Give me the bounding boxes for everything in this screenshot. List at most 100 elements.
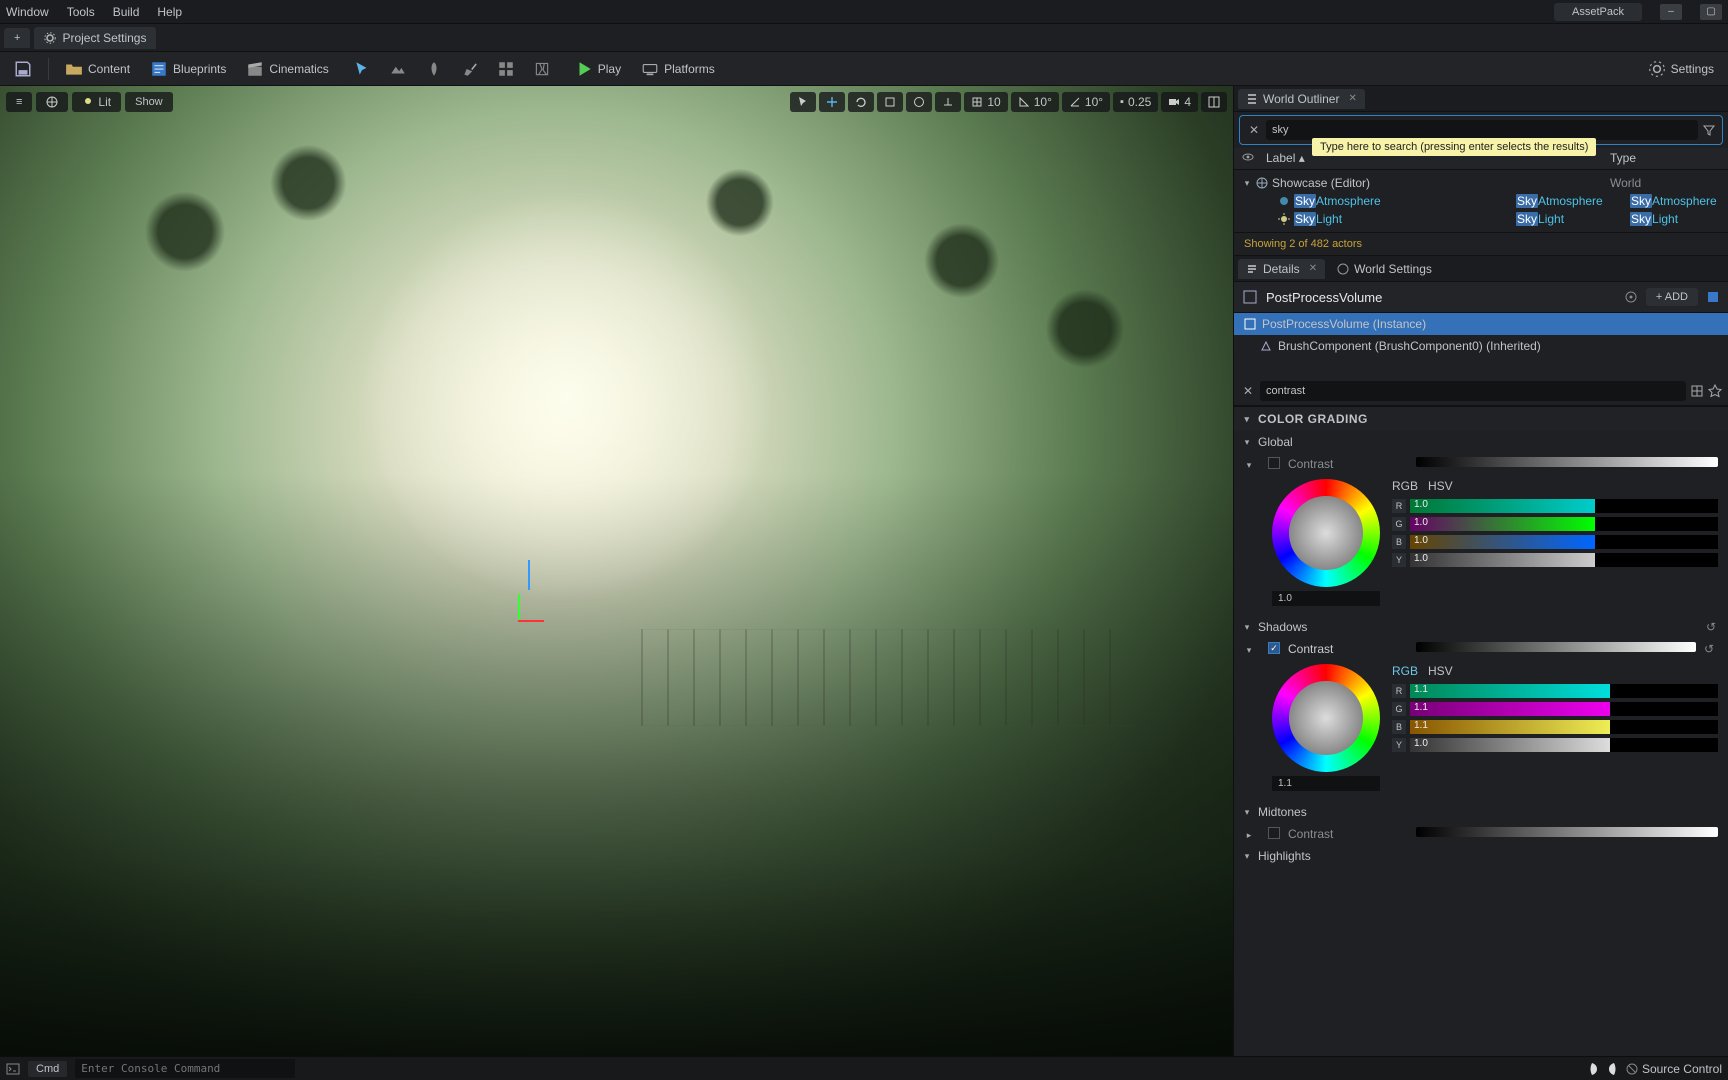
angle-snap[interactable]: 10° [1011,92,1059,112]
surface-snap-toggle[interactable] [935,92,961,112]
menu-help[interactable]: Help [157,5,182,19]
slider-g-shadows[interactable]: 1.1 [1410,702,1718,716]
mesh-paint-button[interactable] [453,56,487,82]
camera-speed[interactable]: 4 [1161,92,1198,112]
tab-project-settings[interactable]: Project Settings [34,27,156,49]
modeling-mode-button[interactable] [489,56,523,82]
filter-icon[interactable] [1702,123,1716,137]
color-wheel-shadows[interactable] [1272,664,1380,772]
translate-tool[interactable] [819,92,845,112]
color-wheel-global[interactable] [1272,479,1380,587]
outliner-item-skyatmosphere[interactable]: SkyAtmosphere SkyAtmosphere SkyAtmospher… [1234,192,1728,210]
actor-name[interactable]: PostProcessVolume [1266,290,1616,305]
viewport-options[interactable]: ≡ [6,92,32,112]
color-wheel-value-shadows[interactable]: 1.1 [1272,776,1380,791]
subsection-highlights[interactable]: Highlights [1234,845,1728,867]
property-midtones-contrast[interactable]: Contrast [1234,823,1728,845]
clear-details-search[interactable]: ✕ [1240,383,1256,399]
close-icon[interactable]: ✕ [1309,263,1317,274]
slider-y-global[interactable]: 1.0 [1410,553,1718,567]
clear-search-button[interactable]: ✕ [1246,122,1262,138]
skylight-icon [1278,213,1290,225]
tab-hsv[interactable]: HSV [1428,479,1453,493]
source-control-icon[interactable] [1626,1063,1638,1075]
checkbox-shadows-contrast[interactable] [1268,642,1280,654]
window-maximize[interactable]: ▢ [1700,4,1722,20]
grid-snap[interactable]: 10 [964,92,1007,112]
angle-snap-2[interactable]: 10° [1062,92,1110,112]
subsection-midtones[interactable]: Midtones [1234,801,1728,823]
tab-world-outliner[interactable]: World Outliner ✕ [1238,89,1365,109]
content-drawer-button[interactable]: Content [57,56,138,82]
select-mode-button[interactable] [345,56,379,82]
window-minimize[interactable]: – [1660,4,1682,20]
channel-b: B [1392,720,1406,734]
checkbox-midtones-contrast[interactable] [1268,827,1280,839]
viewmode-lit[interactable]: Lit [72,92,121,112]
tab-world-settings[interactable]: World Settings [1329,259,1440,279]
console-input[interactable] [75,1059,295,1078]
gizmo-x-axis[interactable] [518,620,544,622]
cinematics-button[interactable]: Cinematics [238,56,336,82]
show-flags[interactable]: Show [125,92,173,112]
gizmo-z-axis[interactable] [528,560,530,590]
asset-pack-pill[interactable]: AssetPack [1554,3,1642,21]
cube-grid-icon [497,60,515,78]
slider-y-shadows[interactable]: 1.0 [1410,738,1718,752]
scale-snap[interactable]: ▪ 0.25 [1113,92,1158,112]
favorite-icon[interactable] [1708,384,1722,398]
tab-plus[interactable]: + [4,28,30,48]
platforms-button[interactable]: Platforms [633,56,723,82]
slider-b-shadows[interactable]: 1.1 [1410,720,1718,734]
tab-rgb[interactable]: RGB [1392,664,1418,678]
reset-icon[interactable]: ↺ [1704,642,1718,656]
play-button[interactable]: Play [567,56,629,82]
edit-blueprint-icon[interactable] [1706,290,1720,304]
fracture-mode-button[interactable] [525,56,559,82]
gradient-preview [1416,642,1696,652]
blueprints-button[interactable]: Blueprints [142,56,234,82]
settings-button[interactable]: Settings [1640,56,1722,82]
color-wheel-value-global[interactable]: 1.0 [1272,591,1380,606]
add-component-button[interactable]: + ADD [1646,288,1698,306]
save-button[interactable] [6,56,40,82]
subsection-shadows[interactable]: Shadows↺ [1234,616,1728,638]
close-icon[interactable]: ✕ [1348,93,1356,104]
tab-details[interactable]: Details ✕ [1238,259,1325,279]
property-global-contrast[interactable]: Contrast [1234,453,1728,475]
foliage-mode-button[interactable] [417,56,451,82]
rotate-tool[interactable] [848,92,874,112]
viewport-layout[interactable] [1201,92,1227,112]
reset-icon[interactable]: ↺ [1706,620,1720,634]
outliner-root[interactable]: Showcase (Editor) World [1234,174,1728,192]
viewport-perspective[interactable] [36,92,68,112]
menu-build[interactable]: Build [113,5,140,19]
slider-g-global[interactable]: 1.0 [1410,517,1718,531]
component-brushcomponent[interactable]: BrushComponent (BrushComponent0) (Inheri… [1234,335,1728,357]
slider-b-global[interactable]: 1.0 [1410,535,1718,549]
property-matrix-icon[interactable] [1690,384,1704,398]
outliner-search-input[interactable] [1266,120,1698,140]
subsection-global[interactable]: Global [1234,431,1728,453]
slider-r-global[interactable]: 1.0 [1410,499,1718,513]
outliner-item-skylight[interactable]: SkyLight SkyLight SkyLight [1234,210,1728,228]
locate-icon[interactable] [1624,290,1638,304]
menu-window[interactable]: Window [6,5,49,19]
landscape-mode-button[interactable] [381,56,415,82]
property-shadows-contrast[interactable]: Contrast ↺ [1234,638,1728,660]
source-control-status[interactable]: Source Control [1642,1062,1722,1076]
select-tool[interactable] [790,92,816,112]
channel-b: B [1392,535,1406,549]
section-color-grading[interactable]: COLOR GRADING [1234,406,1728,431]
scale-tool[interactable] [877,92,903,112]
menu-tools[interactable]: Tools [67,5,95,19]
tab-hsv[interactable]: HSV [1428,664,1453,678]
component-postprocessvolume[interactable]: PostProcessVolume (Instance) [1234,313,1728,335]
level-viewport[interactable]: ≡ Lit Show 10 10° 10° ▪ 0.25 4 [0,86,1233,1056]
checkbox-global-contrast[interactable] [1268,457,1280,469]
gizmo-y-axis[interactable] [518,594,520,620]
slider-r-shadows[interactable]: 1.1 [1410,684,1718,698]
details-search-input[interactable] [1260,381,1686,401]
coord-space-toggle[interactable] [906,92,932,112]
tab-rgb[interactable]: RGB [1392,479,1418,493]
